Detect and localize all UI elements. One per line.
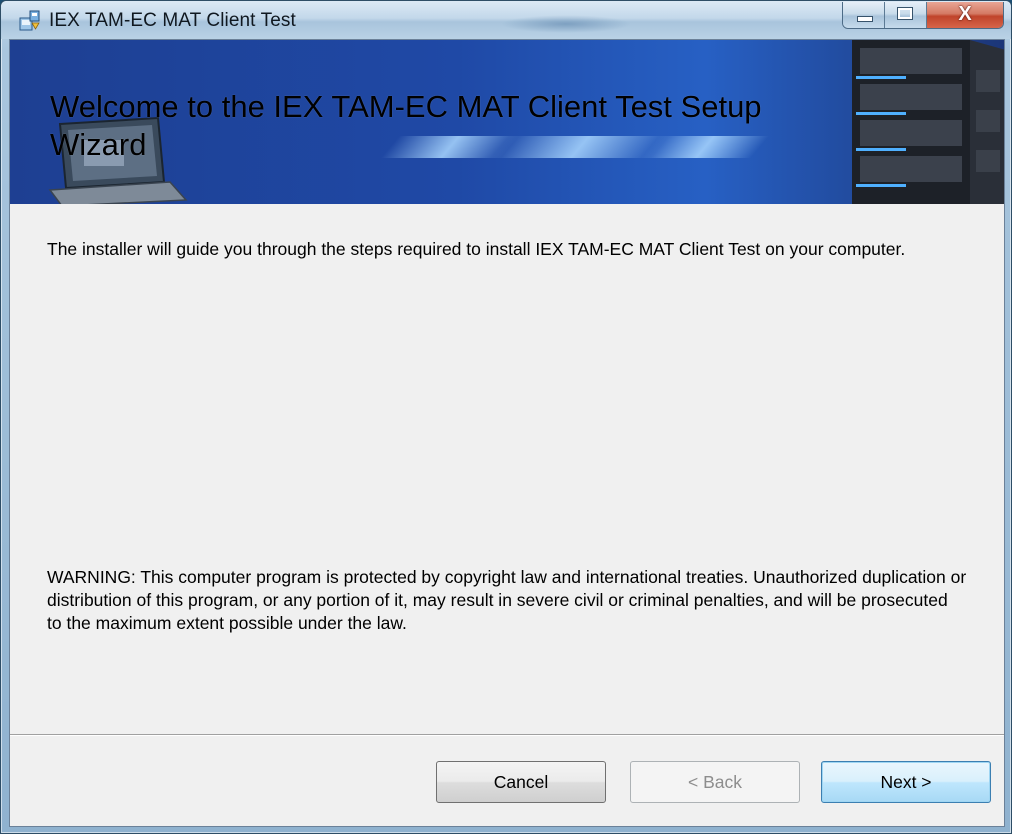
back-button[interactable]: < Back [630, 761, 800, 803]
caption-buttons: X [842, 2, 1004, 29]
title-bar[interactable]: IEX TAM-EC MAT Client Test X [1, 1, 1011, 39]
window-title: IEX TAM-EC MAT Client Test [49, 10, 296, 31]
server-rack-graphic [852, 40, 1004, 204]
maximize-button[interactable] [885, 2, 927, 28]
next-button[interactable]: Next > [821, 761, 991, 803]
wizard-banner: Welcome to the IEX TAM-EC MAT Client Tes… [10, 40, 1004, 204]
cancel-button[interactable]: Cancel [436, 761, 606, 803]
button-separator [10, 734, 1004, 736]
minimize-button[interactable] [843, 2, 885, 28]
wizard-content: The installer will guide you through the… [10, 204, 1004, 734]
installer-icon[interactable] [19, 10, 41, 32]
maximize-icon [897, 7, 913, 20]
dialog-body: Welcome to the IEX TAM-EC MAT Client Tes… [9, 39, 1005, 827]
minimize-icon [857, 16, 873, 22]
intro-text: The installer will guide you through the… [47, 239, 906, 259]
close-icon: X [958, 3, 972, 25]
title-glow [501, 15, 631, 33]
copyright-warning: WARNING: This computer program is protec… [47, 567, 967, 633]
close-button[interactable]: X [927, 2, 1003, 28]
installer-window: IEX TAM-EC MAT Client Test X Welcome to … [0, 0, 1012, 834]
wizard-title: Welcome to the IEX TAM-EC MAT Client Tes… [50, 89, 762, 162]
